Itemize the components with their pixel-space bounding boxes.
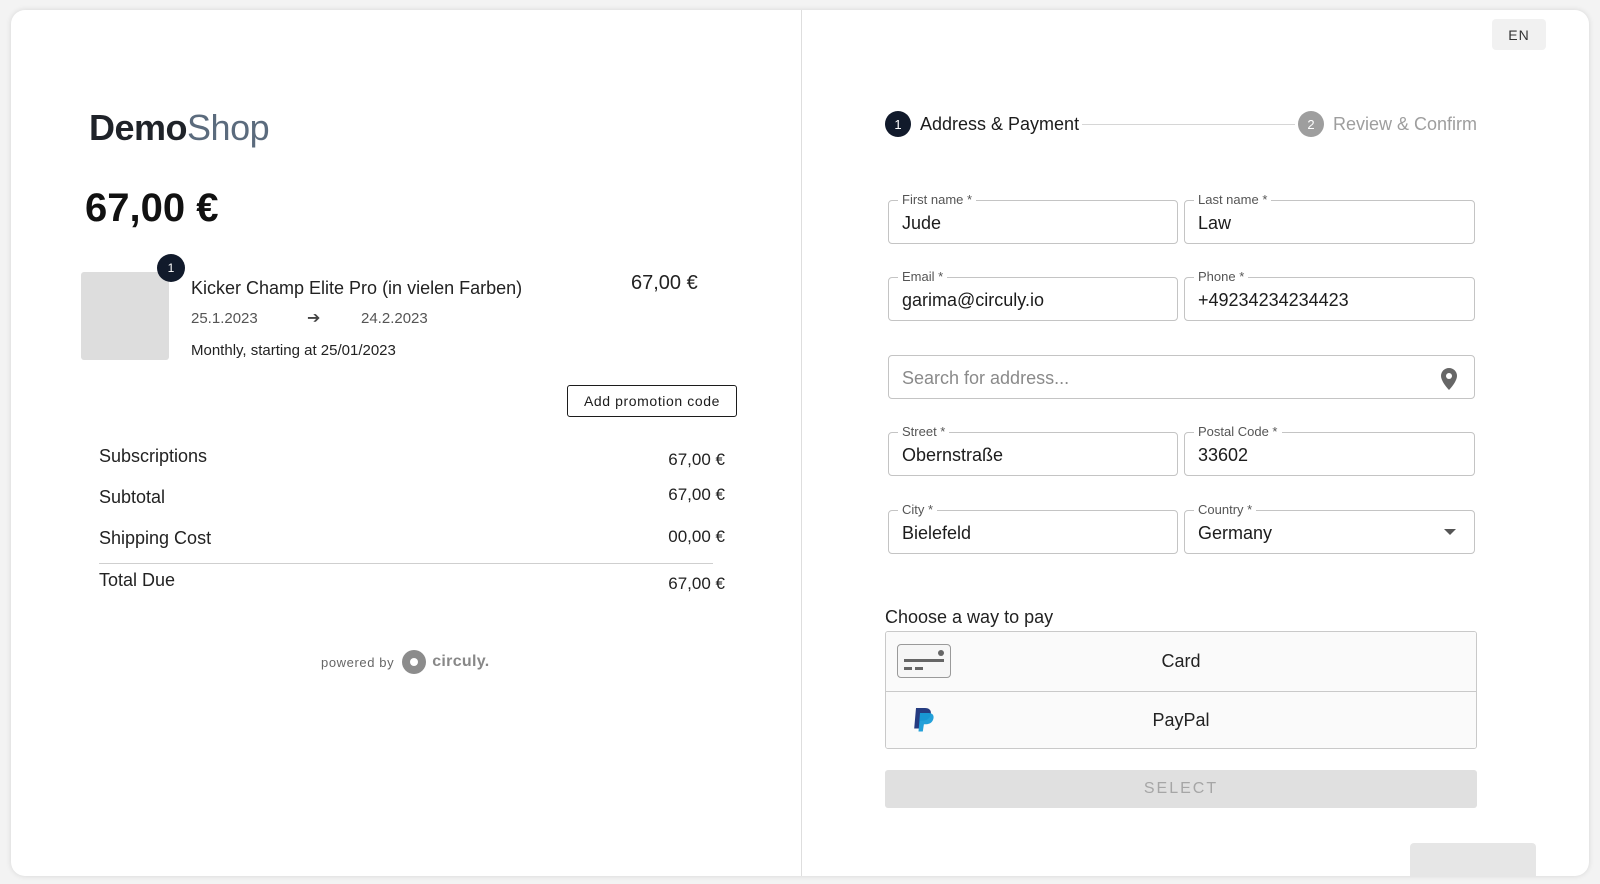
field-label: Phone * — [1194, 269, 1249, 285]
powered-by-text: powered by — [321, 654, 395, 670]
step-address-payment[interactable]: 1 Address & Payment — [885, 111, 1079, 137]
summary-value: 67,00 € — [668, 574, 725, 593]
summary-label: Shipping Cost — [99, 528, 212, 548]
dropdown-caret-icon[interactable] — [1444, 529, 1456, 535]
field-label: First name * — [898, 192, 977, 208]
first-name-field[interactable]: First name * Jude — [888, 192, 1178, 244]
order-summary-panel: DemoShop 67,00 € 1 Kicker Champ Elite Pr… — [11, 10, 801, 876]
payment-options: Card PayPal — [885, 631, 1477, 749]
language-selector-button[interactable]: EN — [1492, 19, 1546, 50]
add-promotion-code-button[interactable]: Add promotion code — [567, 385, 737, 417]
phone-field[interactable]: Phone * +49234234234423 — [1184, 269, 1475, 321]
circuly-logo-icon — [402, 650, 427, 674]
city-input[interactable]: Bielefeld — [902, 523, 1140, 544]
street-field[interactable]: Street * Obernstraße — [888, 424, 1178, 476]
circuly-brand-text: circuly. — [432, 653, 490, 670]
postal-code-field[interactable]: Postal Code * 33602 — [1184, 424, 1475, 476]
stepper-connector — [1082, 124, 1295, 125]
summary-label: Subtotal — [99, 487, 166, 507]
logo-light-text: Shop — [187, 107, 270, 148]
phone-input[interactable]: +49234234234423 — [1198, 290, 1437, 311]
checkout-form-panel: EN 1 Address & Payment 2 Review & Confir… — [802, 10, 1589, 876]
field-label: Last name * — [1194, 192, 1272, 208]
summary-value: 67,00 € — [668, 450, 725, 469]
city-field[interactable]: City * Bielefeld — [888, 502, 1178, 554]
payment-option-card[interactable]: Card — [886, 632, 1476, 691]
last-name-field[interactable]: Last name * Law — [1184, 192, 1475, 244]
location-pin-icon[interactable] — [1440, 368, 1458, 390]
country-select[interactable]: Country * Germany — [1184, 502, 1475, 554]
step-number: 1 — [885, 111, 911, 137]
checkout-stepper: 1 Address & Payment 2 Review & Confirm — [885, 111, 1477, 139]
payment-option-label: Card — [1161, 651, 1201, 671]
summary-label: Subscriptions — [99, 446, 208, 466]
first-name-input[interactable]: Jude — [902, 213, 1140, 234]
postal-code-input[interactable]: 33602 — [1198, 445, 1437, 466]
summary-row-shipping: Shipping Cost 00,00 € — [99, 522, 725, 563]
summary-row-subscriptions: Subscriptions 67,00 € — [99, 440, 725, 481]
payment-option-label: PayPal — [1152, 710, 1210, 730]
select-payment-button[interactable]: SELECT — [885, 770, 1477, 808]
step-label: Review & Confirm — [1332, 113, 1477, 134]
payment-section-title: Choose a way to pay — [885, 607, 1054, 627]
subscription-start-date: 25.1.2023 — [191, 310, 258, 327]
subscription-end-date: 24.2.2023 — [361, 310, 428, 327]
arrow-right-icon: ➔ — [307, 310, 321, 327]
country-selected-value: Germany — [1198, 523, 1273, 543]
product-image — [81, 272, 169, 360]
payment-option-paypal[interactable]: PayPal — [886, 691, 1476, 748]
credit-card-icon — [897, 644, 951, 678]
order-total-amount: 67,00 € — [85, 186, 219, 230]
powered-by-circuly[interactable]: powered by circuly. — [321, 650, 489, 674]
email-field[interactable]: Email * garima@circuly.io — [888, 269, 1178, 321]
product-price: 67,00 € — [631, 272, 698, 294]
field-label: Country * — [1194, 502, 1257, 518]
summary-row-subtotal: Subtotal 67,00 € — [99, 481, 725, 522]
checkout-window: DemoShop 67,00 € 1 Kicker Champ Elite Pr… — [11, 10, 1589, 876]
email-input[interactable]: garima@circuly.io — [902, 290, 1140, 311]
field-label: Email * — [898, 269, 948, 285]
product-name: Kicker Champ Elite Pro (in vielen Farben… — [191, 278, 523, 298]
field-label: City * — [898, 502, 938, 518]
billing-interval-note: Monthly, starting at 25/01/2023 — [191, 342, 396, 359]
summary-value: 67,00 € — [668, 485, 725, 504]
street-input[interactable]: Obernstraße — [902, 445, 1140, 466]
address-search-placeholder: Search for address... — [902, 368, 1070, 388]
price-summary: Subscriptions 67,00 € Subtotal 67,00 € S… — [99, 440, 725, 605]
summary-value: 00,00 € — [668, 527, 725, 546]
summary-row-total-due: Total Due 67,00 € — [99, 564, 725, 605]
step-number: 2 — [1297, 111, 1324, 137]
summary-label: Total Due — [99, 570, 176, 590]
logo-bold-text: Demo — [89, 107, 188, 148]
step-label: Address & Payment — [920, 113, 1080, 134]
quantity-badge: 1 — [157, 254, 185, 282]
shop-logo[interactable]: DemoShop — [89, 107, 270, 148]
field-label: Postal Code * — [1194, 424, 1282, 440]
last-name-input[interactable]: Law — [1198, 213, 1437, 234]
step-review-confirm[interactable]: 2 Review & Confirm — [1297, 111, 1477, 137]
paypal-icon — [914, 708, 934, 732]
field-label: Street * — [898, 424, 950, 440]
address-search-field[interactable]: Search for address... — [888, 355, 1475, 399]
continue-button[interactable] — [1410, 843, 1536, 876]
